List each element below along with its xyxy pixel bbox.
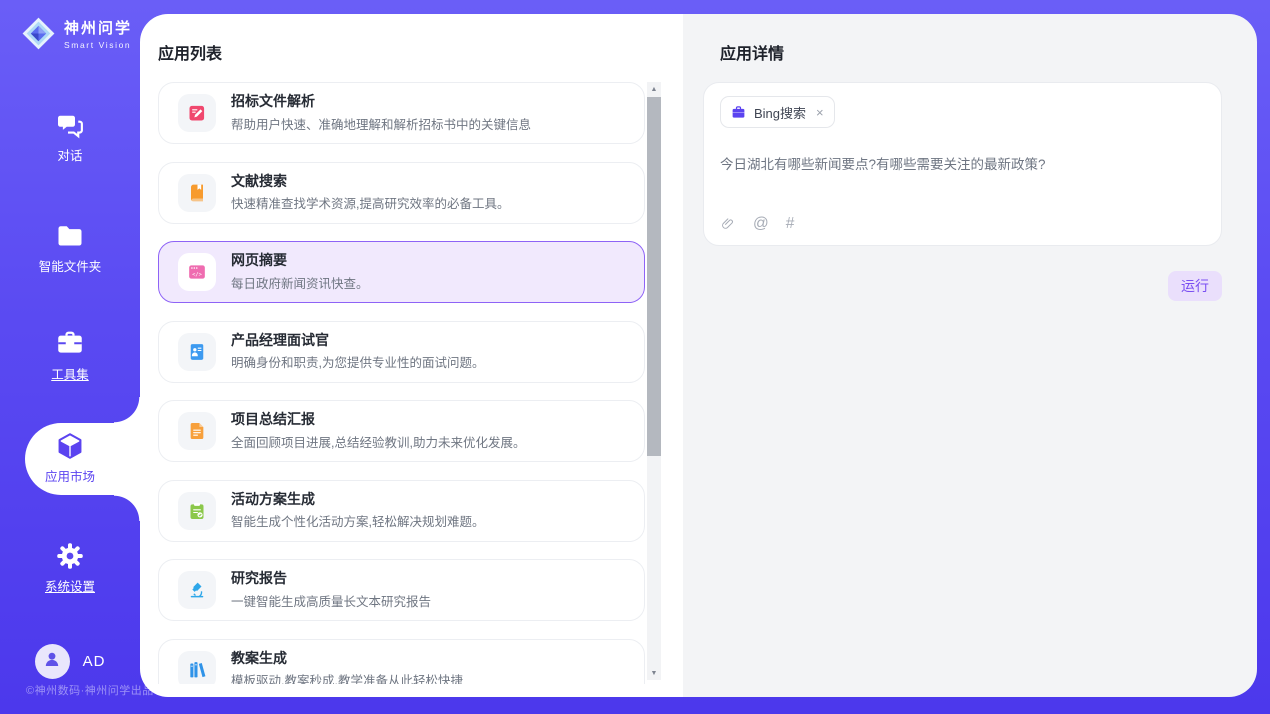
app-description: 帮助用户快速、准确地理解和解析招标书中的关键信息 [231, 114, 531, 133]
hash-icon[interactable]: # [786, 216, 795, 232]
sidebar-item-label: 工具集 [51, 364, 89, 383]
app-description: 一键智能生成高质量长文本研究报告 [231, 591, 431, 610]
avatar [35, 644, 70, 679]
app-card-text: 教案生成模板驱动,教案秒成,教学准备从此轻松快捷 [231, 650, 463, 684]
app-name: 招标文件解析 [231, 93, 531, 110]
sidebar: 神州问学 Smart Vision 对话智能文件夹工具集应用市场系统设置 AD … [0, 0, 140, 714]
gear-icon [55, 541, 85, 571]
webpage-icon: </> [178, 253, 216, 291]
app-detail-section: 应用详情 Bing搜索 × 今日湖北有哪些新闻要点?有哪些需要关注的最新政策? … [683, 14, 1257, 697]
app-name: 项目总结汇报 [231, 411, 525, 428]
scroll-up-icon[interactable]: ▲ [647, 82, 661, 96]
app-description: 明确身份和职责,为您提供专业性的面试问题。 [231, 352, 484, 371]
brand-text: 神州问学 Smart Vision [64, 17, 132, 50]
copyright-footer: ©神州数码·神州问学出品 [26, 682, 154, 698]
scrollbar[interactable]: ▲ ▼ [647, 82, 661, 680]
sidebar-item-chat[interactable]: 对话 [0, 110, 140, 165]
prompt-text[interactable]: 今日湖北有哪些新闻要点?有哪些需要关注的最新政策? [720, 153, 1205, 173]
app-name: 网页摘要 [231, 252, 369, 269]
app-name: 文献搜索 [231, 173, 509, 190]
sidebar-item-smart-folders[interactable]: 智能文件夹 [0, 221, 140, 276]
app-name: 产品经理面试官 [231, 332, 484, 349]
app-name: 研究报告 [231, 570, 431, 587]
sidebar-item-label: 对话 [57, 145, 82, 164]
mention-icon[interactable]: @ [753, 216, 769, 232]
toolbox-icon [55, 329, 85, 359]
active-tab-fillet-bottom [114, 495, 140, 521]
app-card-text: 文献搜索快速精准查找学术资源,提高研究效率的必备工具。 [231, 173, 509, 213]
brand-tagline: Smart Vision [64, 40, 132, 50]
app-card[interactable]: 招标文件解析帮助用户快速、准确地理解和解析招标书中的关键信息 [158, 82, 645, 144]
app-card-text: 网页摘要每日政府新闻资讯快查。 [231, 252, 369, 292]
sidebar-item-app-market[interactable]: 应用市场 [0, 431, 140, 486]
app-list-section: 应用列表 招标文件解析帮助用户快速、准确地理解和解析招标书中的关键信息文献搜索快… [140, 14, 683, 697]
app-card-text: 产品经理面试官明确身份和职责,为您提供专业性的面试问题。 [231, 332, 484, 372]
app-description: 智能生成个性化活动方案,轻松解决规划难题。 [231, 511, 484, 530]
app-card[interactable]: </> 网页摘要每日政府新闻资讯快查。 [158, 241, 645, 303]
scroll-thumb[interactable] [647, 97, 661, 456]
app-description: 全面回顾项目进展,总结经验教训,助力未来优化发展。 [231, 432, 525, 451]
sidebar-item-label: 智能文件夹 [39, 256, 102, 275]
app-list-title: 应用列表 [158, 40, 222, 64]
interviewer-icon [178, 333, 216, 371]
tool-tag-close-icon[interactable]: × [816, 105, 824, 120]
tender-doc-icon [178, 94, 216, 132]
sidebar-item-label: 系统设置 [45, 576, 95, 595]
main-panel: 应用列表 招标文件解析帮助用户快速、准确地理解和解析招标书中的关键信息文献搜索快… [140, 14, 1257, 697]
app-card-text: 研究报告一键智能生成高质量长文本研究报告 [231, 570, 431, 610]
app-description: 每日政府新闻资讯快查。 [231, 273, 369, 292]
app-detail-title: 应用详情 [720, 40, 784, 64]
book-icon [178, 174, 216, 212]
app-card-text: 招标文件解析帮助用户快速、准确地理解和解析招标书中的关键信息 [231, 93, 531, 133]
app-card[interactable]: 活动方案生成智能生成个性化活动方案,轻松解决规划难题。 [158, 480, 645, 542]
app-list: 招标文件解析帮助用户快速、准确地理解和解析招标书中的关键信息文献搜索快速精准查找… [158, 82, 645, 684]
app-card[interactable]: 项目总结汇报全面回顾项目进展,总结经验教训,助力未来优化发展。 [158, 400, 645, 462]
user-profile[interactable]: AD [0, 644, 140, 679]
microscope-icon [178, 571, 216, 609]
paperclip-icon[interactable] [720, 216, 736, 232]
cube-icon [55, 431, 85, 461]
svg-text:</>: </> [192, 272, 203, 278]
composer-icons: @# [720, 216, 794, 232]
tool-tag-label: Bing搜索 [754, 103, 806, 122]
app-name: 活动方案生成 [231, 491, 484, 508]
brand-logo: 神州问学 Smart Vision [20, 15, 132, 52]
clipboard-icon [178, 492, 216, 530]
app-description: 快速精准查找学术资源,提高研究效率的必备工具。 [231, 193, 509, 212]
sidebar-item-system-settings[interactable]: 系统设置 [0, 541, 140, 596]
app-card[interactable]: 文献搜索快速精准查找学术资源,提高研究效率的必备工具。 [158, 162, 645, 224]
run-button[interactable]: 运行 [1168, 271, 1222, 301]
app-card[interactable]: 研究报告一键智能生成高质量长文本研究报告 [158, 559, 645, 621]
app-card[interactable]: 教案生成模板驱动,教案秒成,教学准备从此轻松快捷 [158, 639, 645, 685]
briefcase-icon [731, 105, 746, 120]
sidebar-item-label: 应用市场 [45, 466, 95, 485]
sidebar-item-toolset[interactable]: 工具集 [0, 329, 140, 384]
active-tab-fillet-top [114, 397, 140, 423]
user-initials: AD [83, 653, 106, 670]
prompt-card[interactable]: Bing搜索 × 今日湖北有哪些新闻要点?有哪些需要关注的最新政策? @# [703, 82, 1222, 246]
app-card-text: 项目总结汇报全面回顾项目进展,总结经验教训,助力未来优化发展。 [231, 411, 525, 451]
folder-icon [55, 221, 85, 251]
brand-name: 神州问学 [64, 17, 132, 38]
app-card[interactable]: 产品经理面试官明确身份和职责,为您提供专业性的面试问题。 [158, 321, 645, 383]
person-icon [42, 649, 62, 674]
app-card-text: 活动方案生成智能生成个性化活动方案,轻松解决规划难题。 [231, 491, 484, 531]
app-description: 模板驱动,教案秒成,教学准备从此轻松快捷 [231, 670, 463, 684]
report-note-icon [178, 412, 216, 450]
brand-gem-icon [20, 15, 57, 52]
tool-tag-bing-search[interactable]: Bing搜索 × [720, 96, 835, 128]
books-icon [178, 651, 216, 685]
app-name: 教案生成 [231, 650, 463, 667]
chat-icon [55, 110, 85, 140]
scroll-down-icon[interactable]: ▼ [647, 666, 661, 680]
